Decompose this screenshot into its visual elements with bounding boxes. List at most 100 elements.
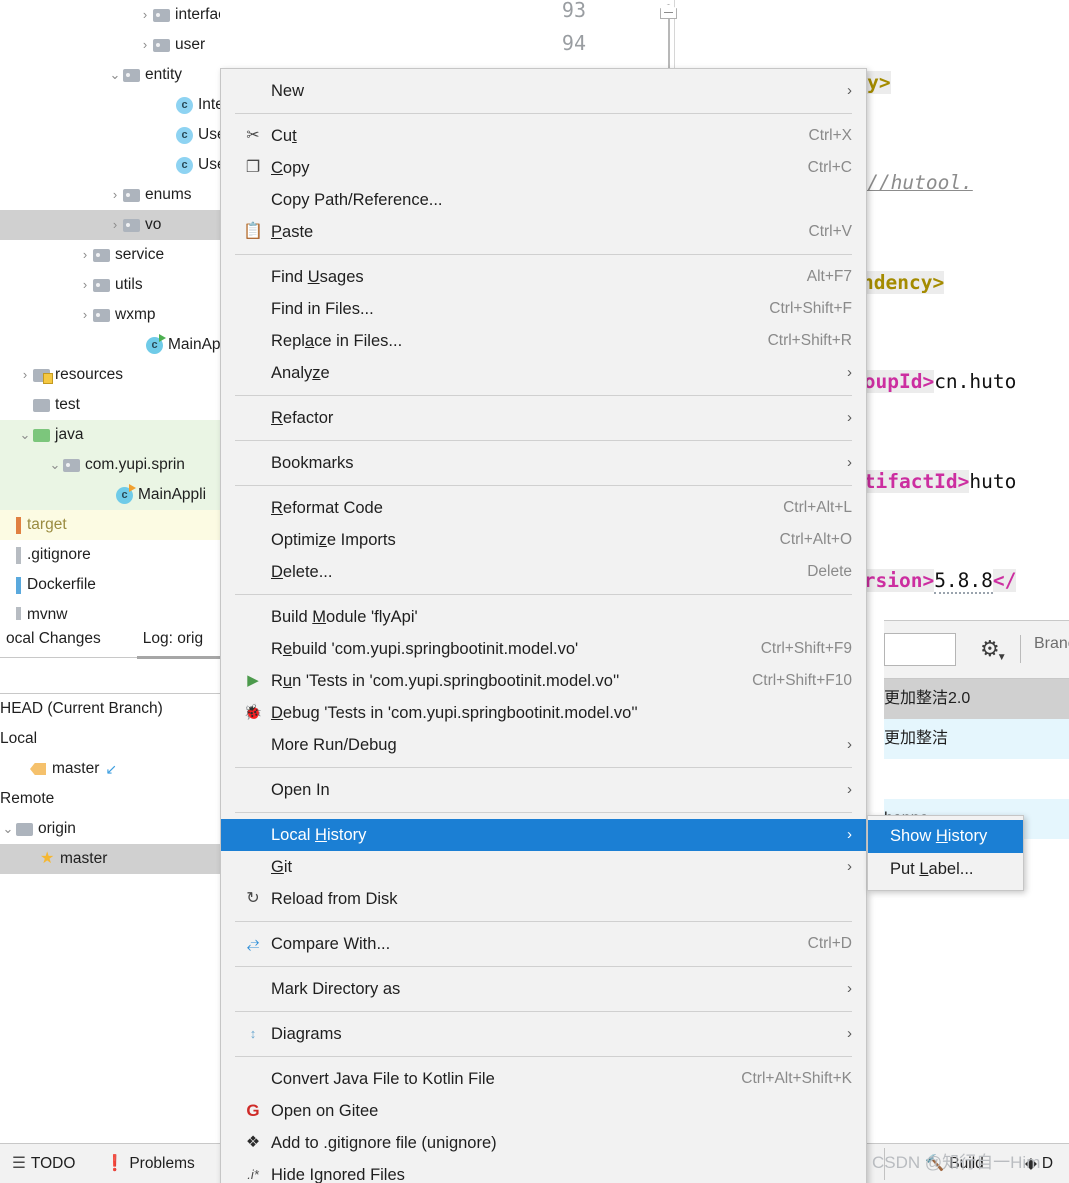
menu-item-compare-with[interactable]: ⥄ Compare With... Ctrl+D (221, 928, 866, 960)
tree-row-vo[interactable]: › vo (0, 210, 220, 240)
menu-item-find-usages[interactable]: Find Usages Alt+F7 (221, 261, 866, 293)
chevron-icon[interactable]: › (17, 360, 33, 390)
menu-item-mark-directory-as[interactable]: Mark Directory as › (221, 973, 866, 1005)
branch-row-1[interactable]: Local (0, 724, 220, 754)
local-history-submenu[interactable]: Show History Put Label... (867, 815, 1024, 891)
filter-input[interactable] (884, 633, 956, 666)
chevron-icon[interactable]: › (77, 240, 93, 270)
menu-item-shortcut: Ctrl+Shift+R (767, 332, 852, 349)
status-todo[interactable]: ☰ TODO (12, 1144, 75, 1183)
menu-item-label: Git (271, 858, 293, 876)
menu-item-copy-path-reference[interactable]: Copy Path/Reference... (221, 184, 866, 216)
menu-item-convert-java-file-to-kotlin-file[interactable]: Convert Java File to Kotlin File Ctrl+Alt… (221, 1063, 866, 1095)
menu-item-run-tests-in-com-yupi-springbootinit-model-vo[interactable]: ▶ Run 'Tests in 'com.yupi.springbootinit.… (221, 665, 866, 697)
submenu-item-show-history[interactable]: Show History (868, 820, 1023, 853)
branch-row-2[interactable]: master ↙ (0, 754, 220, 784)
tree-row-wxmp[interactable]: › wxmp (0, 300, 220, 330)
menu-item-rebuild-com-yupi-springbootinit-model-vo[interactable]: Rebuild 'com.yupi.springbootinit.model.v… (221, 633, 866, 665)
git-log-panel[interactable]: ⚙▼ Branch: 更加整洁2.0更加整洁happe (884, 621, 1069, 941)
tree-row-service[interactable]: › service (0, 240, 220, 270)
menu-separator (235, 767, 852, 768)
menu-item-cut[interactable]: ✂ Cut Ctrl+X (221, 120, 866, 152)
test-class-icon: c (116, 483, 136, 504)
gear-icon[interactable]: ⚙▼ (980, 637, 1007, 664)
fold-collapse-icon[interactable] (660, 4, 677, 19)
tree-row-label: resources (55, 366, 124, 383)
menu-item-more-run-debug[interactable]: More Run/Debug › (221, 729, 866, 761)
tree-row-user[interactable]: › user (0, 30, 220, 60)
branch-row-4[interactable]: ⌄ origin (0, 814, 220, 844)
menu-item-shortcut: Ctrl+C (807, 159, 852, 176)
menu-item-add-to-gitignore-file-unignore[interactable]: ❖ Add to .gitignore file (unignore) (221, 1127, 866, 1159)
debug-icon: 🐞 (243, 704, 263, 721)
menu-item-hide-ignored-files[interactable]: .i* Hide Ignored Files (221, 1159, 866, 1183)
vcs-tab-1[interactable]: Log: orig (136, 620, 220, 659)
commit-row[interactable]: 更加整洁 (884, 719, 1069, 759)
menu-item-diagrams[interactable]: ↕ Diagrams › (221, 1018, 866, 1050)
tree-row-mainappli[interactable]: ›cMainAppli (0, 480, 220, 510)
project-tree-panel[interactable]: ›interfaceInfo›user⌄entity›cInte›cUse›cU… (0, 0, 220, 620)
menu-item-find-in-files[interactable]: Find in Files... Ctrl+Shift+F (221, 293, 866, 325)
tree-row-mvnw[interactable]: › mvnw (0, 600, 220, 620)
context-menu[interactable]: New › ✂ Cut Ctrl+X ❐ Copy Ctrl+C Copy Path/Refer… (220, 68, 867, 1183)
branch-row-0[interactable]: HEAD (Current Branch) (0, 694, 220, 724)
chevron-icon[interactable]: ⌄ (0, 814, 16, 844)
chevron-icon[interactable]: › (107, 180, 123, 210)
chevron-right-icon: › (847, 736, 852, 753)
menu-item-bookmarks[interactable]: Bookmarks › (221, 447, 866, 479)
tree-row-target[interactable]: › target (0, 510, 220, 540)
submenu-item-put-label[interactable]: Put Label... (868, 853, 1023, 886)
tree-row-test[interactable]: › test (0, 390, 220, 420)
menu-item-analyze[interactable]: Analyze › (221, 357, 866, 389)
chevron-icon[interactable]: › (77, 270, 93, 300)
tree-row-utils[interactable]: › utils (0, 270, 220, 300)
vcs-tab-bar[interactable]: ocal Changes Log: orig (0, 620, 220, 659)
menu-item-paste[interactable]: 📋 Paste Ctrl+V (221, 216, 866, 248)
tree-row-label: mvnw (27, 606, 68, 620)
menu-item-copy[interactable]: ❐ Copy Ctrl+C (221, 152, 866, 184)
branch-tree[interactable]: HEAD (Current Branch) Local master ↙ Remote ⌄… (0, 694, 220, 874)
status-problems[interactable]: ❗ Problems (105, 1144, 195, 1183)
branch-label: Remote (0, 790, 55, 807)
menu-item-reformat-code[interactable]: Reformat Code Ctrl+Alt+L (221, 492, 866, 524)
branch-row-5[interactable]: ★ master (0, 844, 220, 874)
tree-row-use[interactable]: ›c Use (0, 120, 220, 150)
chevron-icon[interactable]: ⌄ (47, 450, 63, 480)
menu-item-local-history[interactable]: Local History › (221, 819, 866, 851)
tree-row-mainappli[interactable]: ›cMainAppli (0, 330, 220, 360)
commit-row[interactable]: 更加整洁2.0 (884, 679, 1069, 719)
menu-item-git[interactable]: Git › (221, 851, 866, 883)
chevron-icon[interactable]: › (77, 300, 93, 330)
tree-row-enums[interactable]: › enums (0, 180, 220, 210)
chevron-icon[interactable]: ⌄ (107, 60, 123, 90)
tree-row-interfaceinfo[interactable]: › interfaceInfo (0, 0, 220, 30)
tree-row-comyupisprin[interactable]: ⌄ com.yupi.sprin (0, 450, 220, 480)
menu-item-build-module-flyapi[interactable]: Build Module 'flyApi' (221, 601, 866, 633)
branch-filter-label[interactable]: Branch: (1034, 635, 1069, 653)
menu-item-replace-in-files[interactable]: Replace in Files... Ctrl+Shift+R (221, 325, 866, 357)
tree-row-resources[interactable]: › resources (0, 360, 220, 390)
chevron-icon[interactable]: › (137, 0, 153, 30)
menu-item-open-on-gitee[interactable]: G Open on Gitee (221, 1095, 866, 1127)
chevron-icon[interactable]: › (137, 30, 153, 60)
tree-row-java[interactable]: ⌄ java (0, 420, 220, 450)
vcs-toolbar[interactable] (0, 658, 220, 694)
tree-row-gitignore[interactable]: › .gitignore (0, 540, 220, 570)
chevron-icon[interactable]: › (107, 210, 123, 240)
tree-row-inte[interactable]: ›c Inte (0, 90, 220, 120)
git-log-toolbar[interactable]: ⚙▼ Branch: (884, 621, 1069, 679)
menu-item-new[interactable]: New › (221, 75, 866, 107)
menu-item-reload-from-disk[interactable]: ↻ Reload from Disk (221, 883, 866, 915)
tree-row-use[interactable]: ›c Use (0, 150, 220, 180)
menu-item-delete[interactable]: Delete... Delete (221, 556, 866, 588)
branch-row-3[interactable]: Remote (0, 784, 220, 814)
tree-row-entity[interactable]: ⌄ entity (0, 60, 220, 90)
menu-item-optimize-imports[interactable]: Optimize Imports Ctrl+Alt+O (221, 524, 866, 556)
chevron-icon[interactable]: ⌄ (17, 420, 33, 450)
tree-row-dockerfile[interactable]: › Dockerfile (0, 570, 220, 600)
menu-item-refactor[interactable]: Refactor › (221, 402, 866, 434)
version-control-panel[interactable]: ocal Changes Log: orig HEAD (Current Bran… (0, 620, 220, 1143)
vcs-tab-0[interactable]: ocal Changes (0, 620, 107, 658)
menu-item-open-in[interactable]: Open In › (221, 774, 866, 806)
menu-item-debug-tests-in-com-yupi-springbootinit-model-vo[interactable]: 🐞 Debug 'Tests in 'com.yupi.springbootini… (221, 697, 866, 729)
